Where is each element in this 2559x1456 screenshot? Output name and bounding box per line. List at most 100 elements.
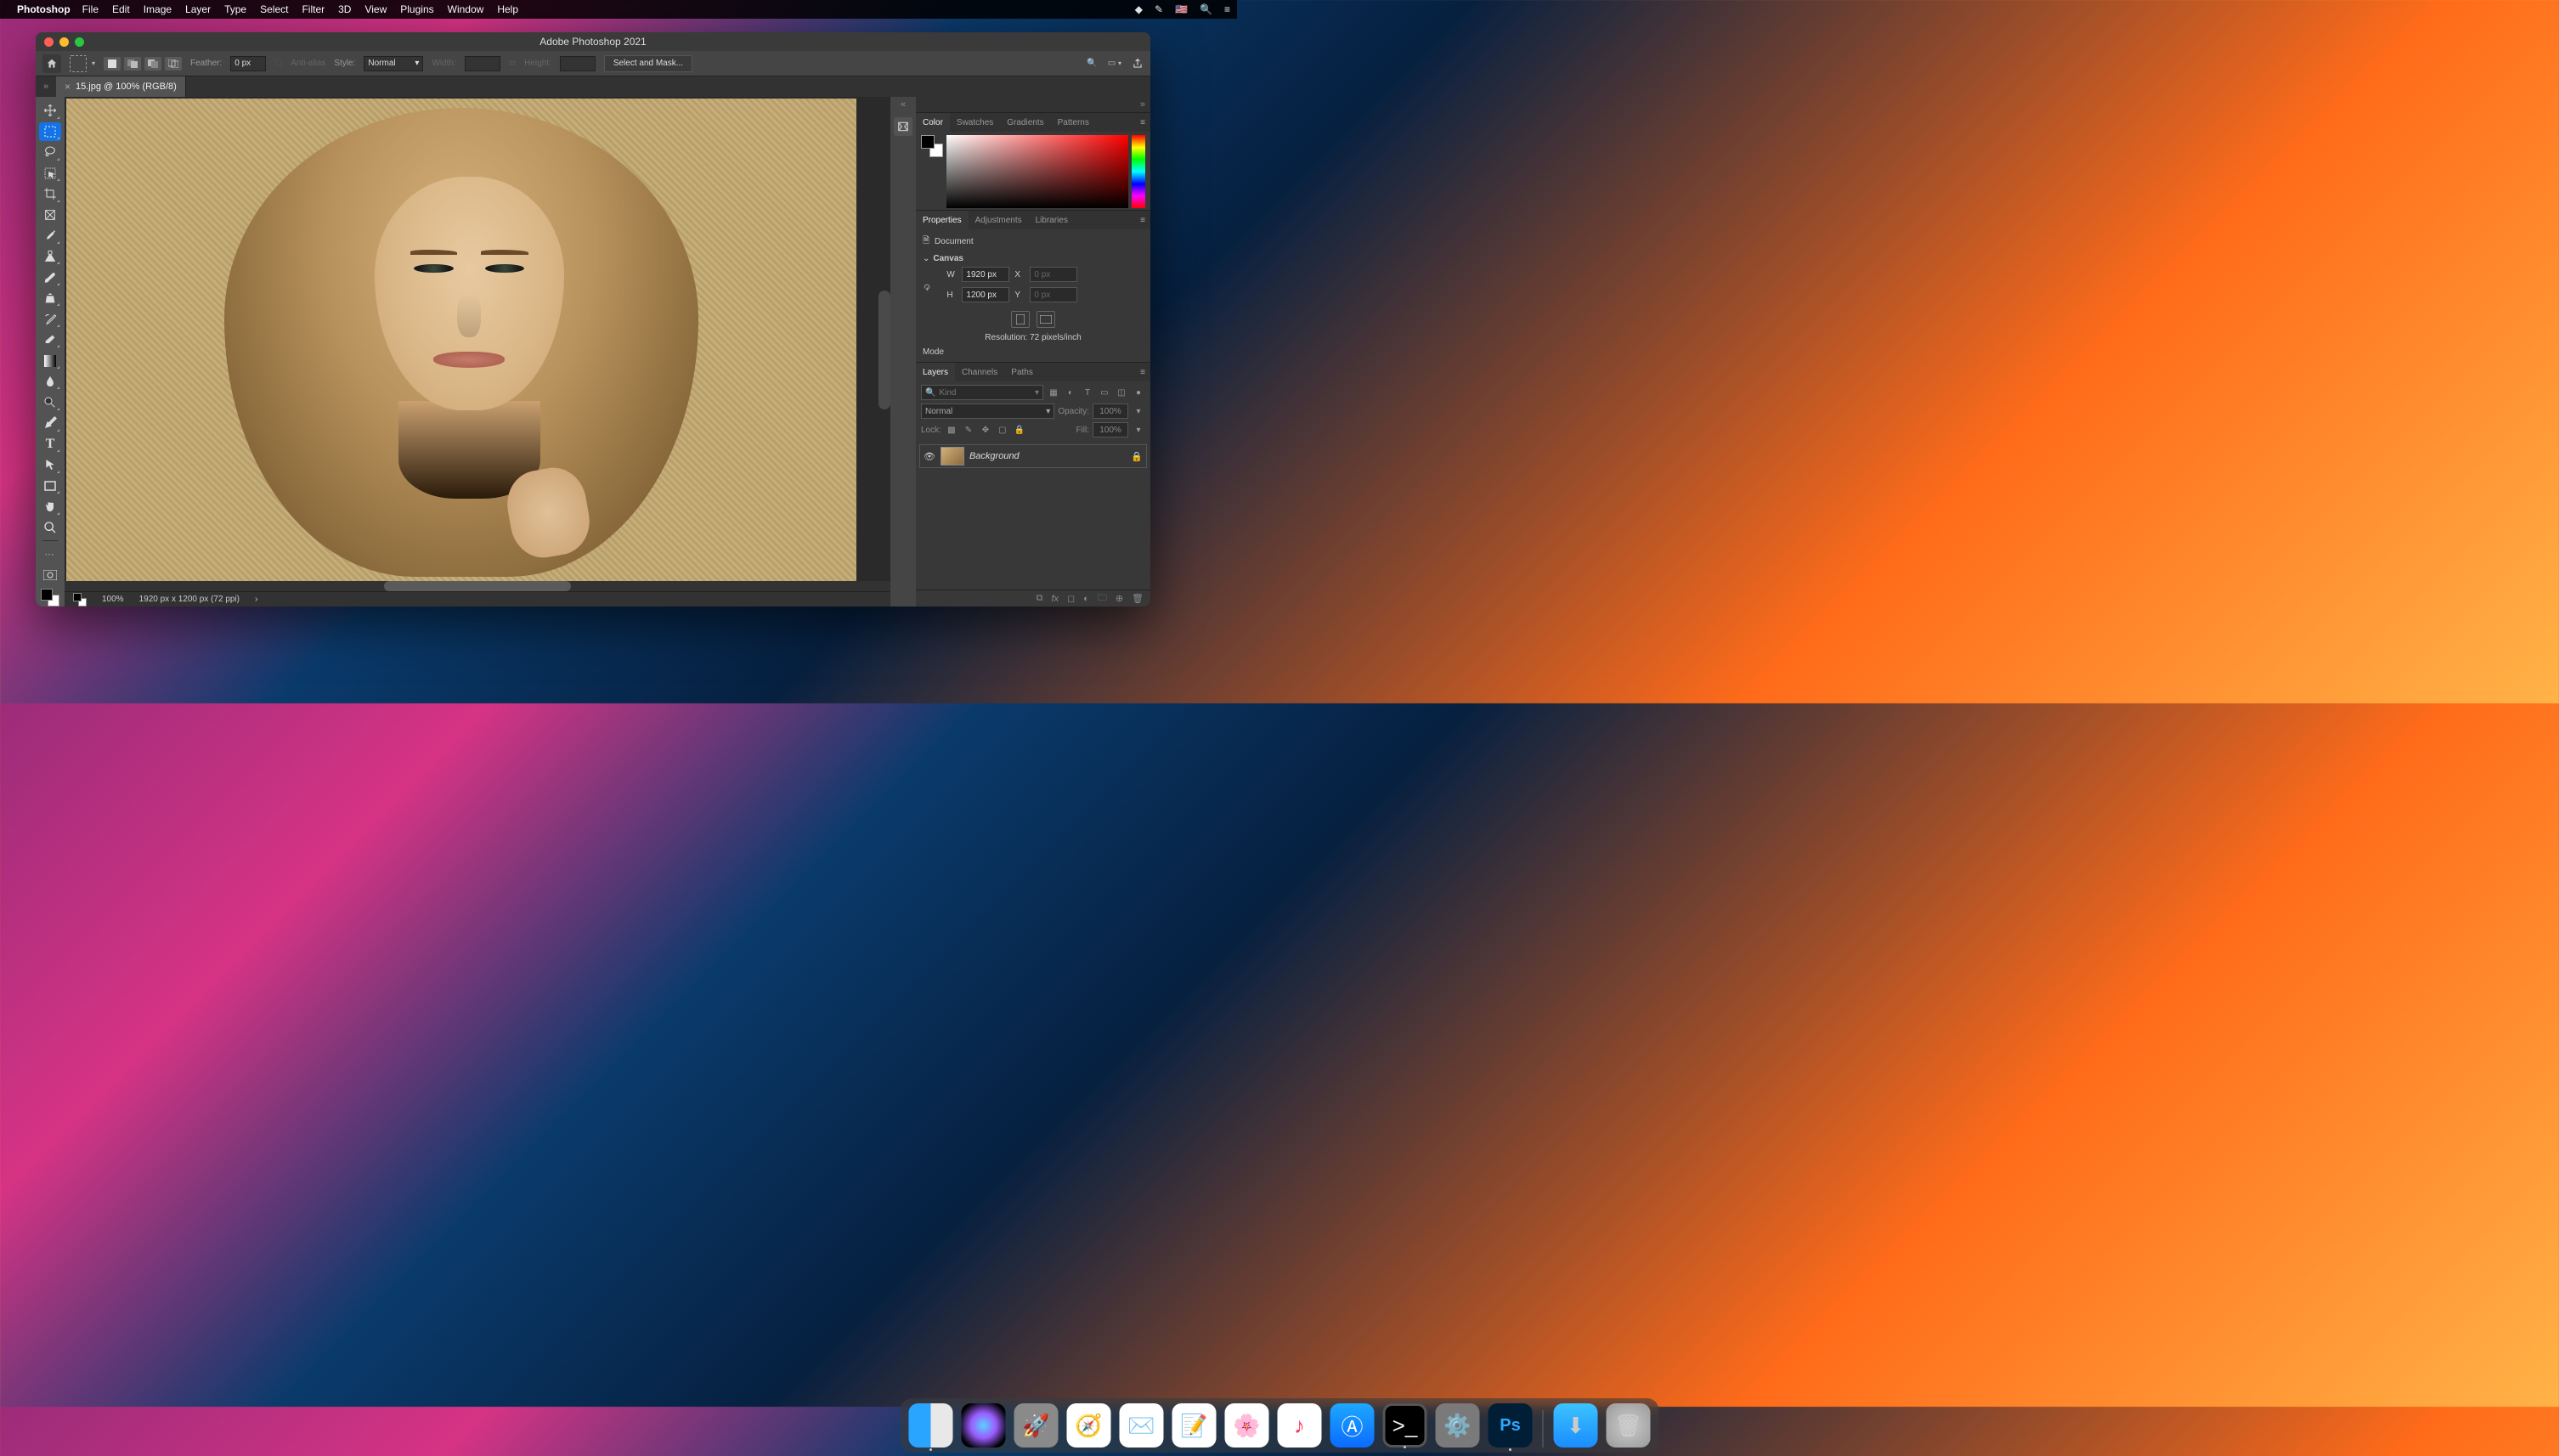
filter-type-icon[interactable]: T [1081,386,1094,399]
cc-status-icon[interactable]: ◆ [1135,3,1143,15]
menu-window[interactable]: Window [448,3,484,15]
flag-icon[interactable]: 🇺🇸 [1175,3,1188,15]
menu-layer[interactable]: Layer [185,3,211,15]
menu-filter[interactable]: Filter [302,3,325,15]
dock-downloads[interactable]: ⬇ [1554,1403,1598,1448]
app-menu[interactable]: Photoshop [17,3,71,15]
workspace-switcher-icon[interactable]: ▭ ▾ [1108,59,1121,68]
hue-slider[interactable] [1132,135,1145,208]
menu-plugins[interactable]: Plugins [400,3,433,15]
object-selection-tool[interactable] [39,164,61,183]
pen-tool[interactable] [39,414,61,433]
collapse-chevrons-icon[interactable]: « [901,97,906,112]
dock-trash[interactable]: 🗑 [1607,1403,1651,1448]
history-panel-icon[interactable] [894,117,912,136]
layer-style-icon[interactable]: fx [1051,594,1059,604]
selection-subtract-icon[interactable] [144,57,161,71]
lock-transparency-icon[interactable]: ▩ [945,423,958,437]
dock-settings[interactable]: ⚙️ [1436,1403,1480,1448]
layer-lock-icon[interactable]: 🔒 [1131,451,1143,462]
menu-view[interactable]: View [364,3,387,15]
menu-edit[interactable]: Edit [112,3,130,15]
layers-panel-menu-icon[interactable]: ≡ [1135,368,1150,377]
menu-file[interactable]: File [82,3,99,15]
rectangle-tool[interactable] [39,477,61,496]
window-minimize-button[interactable] [59,37,69,47]
gradient-tool[interactable] [39,351,61,370]
dock-finder[interactable] [909,1403,953,1448]
frame-tool[interactable] [39,206,61,225]
canvas-width-input[interactable] [962,267,1009,282]
horizontal-scrollbar[interactable] [384,581,571,591]
tab-gradients[interactable]: Gradients [1000,113,1050,132]
dock-launchpad[interactable]: 🚀 [1014,1403,1059,1448]
clone-stamp-tool[interactable] [39,289,61,308]
canvas-section-toggle[interactable]: ⌄Canvas [923,254,1144,263]
window-zoom-button[interactable] [75,37,84,47]
delete-layer-icon[interactable]: 🗑 [1132,593,1144,604]
menu-select[interactable]: Select [260,3,288,15]
fill-input[interactable]: 100% [1093,422,1128,437]
quick-mask-toggle[interactable] [39,566,61,585]
layer-mask-icon[interactable]: ◻ [1067,593,1075,604]
collapse-left-chevron[interactable]: » [36,82,56,92]
filter-shape-icon[interactable]: ▭ [1098,386,1111,399]
tab-patterns[interactable]: Patterns [1051,113,1096,132]
layer-thumbnail[interactable] [941,447,964,466]
hand-tool[interactable] [39,497,61,516]
canvas-height-input[interactable] [962,287,1009,302]
control-center-icon[interactable]: ≡ [1224,3,1230,15]
dock-music[interactable]: ♪ [1278,1403,1322,1448]
lock-image-icon[interactable]: ✎ [962,423,975,437]
landscape-orientation-button[interactable] [1037,311,1055,328]
foreground-background-colors[interactable] [41,589,59,607]
doc-info-flyout-icon[interactable]: › [255,595,257,604]
style-select[interactable]: Normal▾ [364,56,423,71]
tab-close-icon[interactable]: × [65,81,71,93]
zoom-level[interactable]: 100% [102,595,124,604]
selection-new-icon[interactable] [104,57,121,71]
document-tab[interactable]: × 15.jpg @ 100% (RGB/8) [56,76,186,97]
menu-image[interactable]: Image [144,3,172,15]
marquee-tool-icon[interactable] [70,55,87,72]
opacity-input[interactable]: 100% [1093,404,1128,419]
filter-toggle-icon[interactable]: ● [1132,386,1145,399]
opacity-dropdown-icon[interactable]: ▾ [1132,404,1145,418]
window-close-button[interactable] [44,37,54,47]
portrait-orientation-button[interactable] [1011,311,1030,328]
lasso-tool[interactable] [39,143,61,162]
selection-add-icon[interactable] [124,57,141,71]
input-source-icon[interactable]: ✎ [1155,3,1163,15]
share-icon[interactable] [1132,58,1144,70]
doc-info[interactable]: 1920 px x 1200 px (72 ppi) [139,595,240,604]
dock-siri[interactable] [962,1403,1006,1448]
window-titlebar[interactable]: Adobe Photoshop 2021 [36,32,1150,51]
foreground-color-swatch[interactable] [41,589,53,601]
path-selection-tool[interactable] [39,455,61,475]
color-fg-bg-swatch[interactable] [921,135,943,157]
feather-input[interactable] [230,56,266,71]
dock-terminal[interactable]: >_ [1383,1403,1427,1448]
document-canvas[interactable] [66,99,856,581]
link-wh-icon[interactable]: ⟳ [922,284,931,291]
fill-dropdown-icon[interactable]: ▾ [1132,423,1145,437]
blend-mode-select[interactable]: Normal▾ [921,404,1054,419]
menu-help[interactable]: Help [497,3,518,15]
color-field[interactable] [946,135,1128,208]
dodge-tool[interactable] [39,392,61,412]
home-button[interactable] [42,54,61,73]
brush-tool[interactable] [39,268,61,287]
dock-appstore[interactable]: Ⓐ [1330,1403,1375,1448]
menu-type[interactable]: Type [224,3,246,15]
layer-visibility-icon[interactable]: 👁 [924,451,935,462]
properties-panel-menu-icon[interactable]: ≡ [1135,216,1150,225]
tab-layers[interactable]: Layers [916,363,955,381]
type-tool[interactable]: T [39,435,61,454]
canvas-area[interactable] [65,97,890,581]
menu-3d[interactable]: 3D [338,3,351,15]
dock-photos[interactable]: 🌸 [1225,1403,1269,1448]
marquee-tool[interactable] [39,122,61,142]
filter-pixel-icon[interactable]: ▦ [1047,386,1060,399]
tab-adjustments[interactable]: Adjustments [969,211,1029,229]
dock-photoshop[interactable]: Ps [1489,1403,1533,1448]
